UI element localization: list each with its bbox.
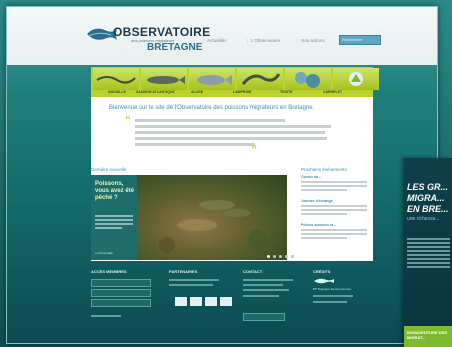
logo-region: BRETAGNE bbox=[147, 42, 203, 53]
feature-excerpt bbox=[95, 215, 133, 231]
browser-page: OBSERVATOIRE des poissons migrateurs BRE… bbox=[6, 6, 438, 344]
slider-dot[interactable] bbox=[279, 255, 282, 258]
promo-subtitle: une richesse... bbox=[407, 216, 440, 222]
slider-pagination[interactable] bbox=[267, 255, 294, 258]
nav-item-observatoire[interactable]: | L'Observatoire bbox=[247, 38, 280, 43]
footer-members-title: ACCÈS MEMBRES bbox=[91, 269, 127, 274]
events-list: Ouvrez du... Journée d'échange Pêches sc… bbox=[301, 175, 367, 247]
intro-paragraph bbox=[135, 119, 335, 149]
category-lamproie[interactable]: LAMPROIE bbox=[233, 90, 251, 94]
slider-dot[interactable] bbox=[273, 255, 276, 258]
feature-photo bbox=[137, 175, 294, 260]
salmon-icon bbox=[147, 76, 185, 84]
site-header: OBSERVATOIRE des poissons migrateurs BRE… bbox=[7, 7, 437, 65]
footer-contact-title: CONTACT bbox=[243, 269, 263, 274]
trout-icon bbox=[295, 72, 320, 88]
feature-text-panel: Poissons, vous avez été pêché ? » Lire l… bbox=[91, 175, 137, 260]
shad-icon bbox=[197, 75, 232, 85]
partner-logo[interactable] bbox=[175, 297, 187, 306]
slider-dot[interactable] bbox=[267, 255, 270, 258]
species-flounder-thumb[interactable] bbox=[333, 68, 379, 90]
category-saumon[interactable]: SAUMON ATLANTIQUE bbox=[136, 90, 175, 94]
category-alose[interactable]: ALOSE bbox=[191, 90, 203, 94]
fish-logo-icon bbox=[314, 278, 334, 284]
main-content: Bienvenue sur le site de l'Observatoire … bbox=[91, 97, 373, 261]
category-anguille[interactable]: ANGUILLE bbox=[108, 90, 126, 94]
section-title-news: Dernière nouvelle bbox=[91, 167, 127, 172]
species-salmon-thumb[interactable] bbox=[141, 68, 187, 90]
site-footer: ACCÈS MEMBRES PARTENAIRES CONTACT CRÉDIT… bbox=[91, 269, 373, 343]
site-logo[interactable]: OBSERVATOIRE des poissons migrateurs BRE… bbox=[85, 17, 210, 55]
quote-open-icon: “ bbox=[125, 113, 131, 127]
species-eel-thumb[interactable] bbox=[93, 68, 139, 90]
category-carrelet[interactable]: CARRELET bbox=[323, 90, 342, 94]
quote-close-icon: ” bbox=[251, 143, 257, 157]
footer-credits-title: CRÉDITS bbox=[313, 269, 331, 274]
species-shad-thumb[interactable] bbox=[189, 68, 235, 90]
partner-logos bbox=[175, 297, 232, 306]
contact-form-button[interactable] bbox=[243, 313, 285, 321]
welcome-heading: Bienvenue sur le site de l'Observatoire … bbox=[109, 105, 315, 111]
login-submit[interactable] bbox=[91, 299, 151, 307]
promo-footer-banner[interactable]: BONAVENTURE DES MIGRAT... bbox=[404, 326, 452, 347]
species-thumbnails bbox=[93, 68, 379, 90]
footer-credits-item[interactable]: BP Bretagne Environnement bbox=[313, 287, 351, 291]
species-trout-thumb[interactable] bbox=[285, 68, 331, 90]
promo-footer-text: BONAVENTURE DES MIGRAT... bbox=[407, 330, 447, 340]
list-item[interactable]: Journée d'échange bbox=[301, 199, 367, 215]
eel-icon bbox=[96, 76, 136, 84]
species-lamprey-thumb[interactable] bbox=[237, 68, 283, 90]
partner-logo[interactable] bbox=[190, 297, 202, 306]
nav-item-actualites[interactable]: | Actualités bbox=[203, 38, 227, 43]
list-item[interactable]: Ouvrez du... bbox=[301, 175, 367, 191]
password-field[interactable] bbox=[91, 289, 151, 297]
promo-panel[interactable]: LES GR... MIGRA... EN BRE... une richess… bbox=[404, 158, 452, 347]
promo-text bbox=[407, 238, 450, 270]
footer-partners-title: PARTENAIRES bbox=[169, 269, 198, 274]
logo-title: OBSERVATOIRE bbox=[113, 25, 211, 39]
login-field[interactable] bbox=[91, 279, 151, 287]
feature-title[interactable]: Poissons, vous avez été pêché ? bbox=[95, 181, 135, 202]
section-title-events: Prochains événements bbox=[301, 167, 347, 172]
partner-logo[interactable] bbox=[205, 297, 217, 306]
lost-password-link[interactable] bbox=[91, 315, 121, 317]
lamprey-icon bbox=[241, 73, 281, 85]
fish-school-image bbox=[159, 200, 267, 253]
feature-read-more-link[interactable]: » Lire la suite bbox=[95, 251, 113, 255]
featured-slider[interactable]: Poissons, vous avez été pêché ? » Lire l… bbox=[91, 175, 294, 260]
category-truite[interactable]: TRUITE bbox=[280, 90, 293, 94]
promo-headline: LES GR... MIGRA... EN BRE... bbox=[407, 182, 449, 214]
slider-dot[interactable] bbox=[291, 255, 294, 258]
search-input[interactable]: Rechercher bbox=[339, 35, 381, 45]
flounder-icon bbox=[349, 72, 363, 86]
nav-item-actions[interactable]: | Nos actions bbox=[297, 38, 325, 43]
slider-dot[interactable] bbox=[285, 255, 288, 258]
partner-logo[interactable] bbox=[220, 297, 232, 306]
list-item[interactable]: Pêches sciences et... bbox=[301, 223, 367, 239]
